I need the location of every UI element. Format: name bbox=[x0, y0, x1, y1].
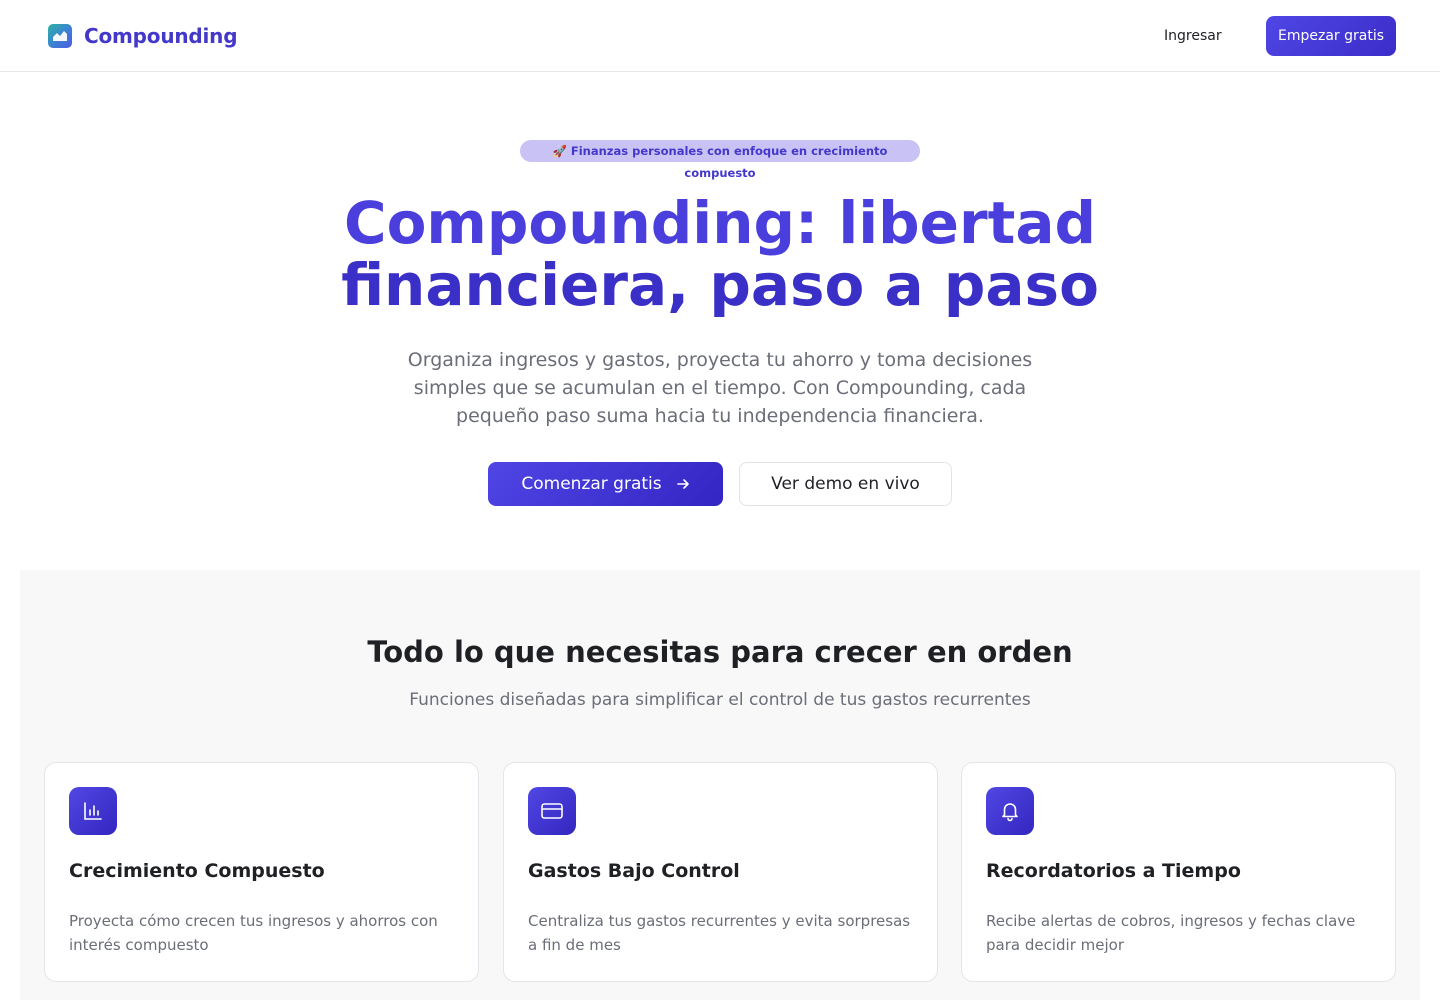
login-link[interactable]: Ingresar bbox=[1164, 24, 1222, 48]
top-navbar: Compounding Ingresar Empezar gratis bbox=[0, 0, 1440, 72]
bell-icon bbox=[986, 787, 1034, 835]
feature-card-reminders: Recordatorios a Tiempo Recibe alertas de… bbox=[961, 762, 1396, 982]
feature-card-title: Gastos Bajo Control bbox=[528, 860, 740, 882]
features-title: Todo lo que necesitas para crecer en ord… bbox=[367, 635, 1073, 669]
feature-card-expenses-control: Gastos Bajo Control Centraliza tus gasto… bbox=[503, 762, 938, 982]
feature-card-title: Recordatorios a Tiempo bbox=[986, 860, 1241, 882]
credit-card-icon bbox=[528, 787, 576, 835]
hero-title-line-1: Compounding: libertad bbox=[344, 189, 1096, 257]
feature-card-compound-growth: Crecimiento Compuesto Proyecta cómo crec… bbox=[44, 762, 479, 982]
brand-link[interactable]: Compounding bbox=[48, 24, 238, 48]
start-free-cta-label: Comenzar gratis bbox=[521, 474, 662, 494]
hero-title: Compounding: libertad financiera, paso a… bbox=[300, 192, 1140, 316]
hero-subtitle: Organiza ingresos y gastos, proyecta tu … bbox=[407, 349, 1033, 427]
feature-card-description: Recibe alertas de cobros, ingresos y fec… bbox=[986, 912, 1356, 954]
hero-badge: 🚀 Finanzas personales con enfoque en cre… bbox=[520, 140, 920, 180]
feature-card-description: Proyecta cómo crecen tus ingresos y ahor… bbox=[69, 912, 438, 954]
feature-card-description: Centraliza tus gastos recurrentes y evit… bbox=[528, 912, 911, 954]
features-section: Todo lo que necesitas para crecer en ord… bbox=[20, 570, 1420, 1000]
brand-name: Compounding bbox=[84, 24, 238, 48]
chart-logo-icon bbox=[48, 24, 72, 48]
start-free-cta-button[interactable]: Comenzar gratis bbox=[488, 462, 723, 506]
hero-title-line-2: financiera, paso a paso bbox=[341, 251, 1099, 319]
live-demo-button[interactable]: Ver demo en vivo bbox=[739, 462, 952, 506]
bar-chart-icon bbox=[69, 787, 117, 835]
features-subtitle: Funciones diseñadas para simplificar el … bbox=[409, 690, 1031, 710]
feature-card-title: Crecimiento Compuesto bbox=[69, 860, 325, 882]
start-free-button[interactable]: Empezar gratis bbox=[1266, 16, 1396, 56]
arrow-right-icon bbox=[676, 477, 690, 491]
